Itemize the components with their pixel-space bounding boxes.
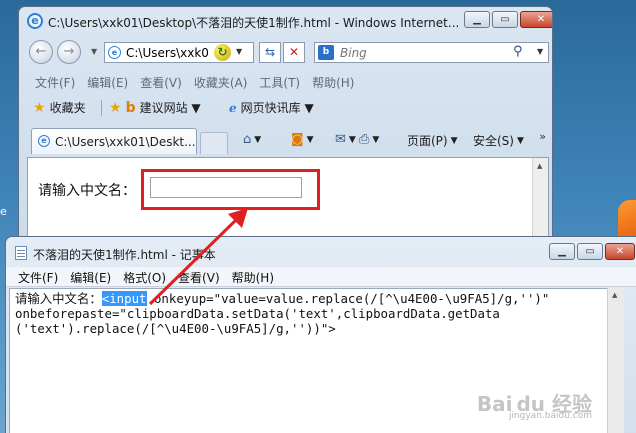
menu-favorites[interactable]: 收藏夹(A)	[188, 70, 254, 92]
forward-button[interactable]: →	[57, 40, 81, 64]
notepad-menu-bar: 文件(F) 编辑(E) 格式(O) 查看(V) 帮助(H)	[6, 267, 636, 287]
rss-icon: ◙	[291, 132, 304, 147]
web-slice-gallery-link[interactable]: ℯ 网页快讯库 ▼	[229, 99, 314, 116]
printer-icon: ⎙	[359, 132, 370, 147]
suggested-sites-label: 建议网站 ▼	[139, 101, 201, 115]
code-line-3: ('text').replace(/[^\u4E00-\u9FA5]/g,'')…	[15, 321, 336, 336]
chevron-down-icon: ▼	[306, 134, 314, 145]
suggested-sites-link[interactable]: ★ b 建议网站 ▼	[109, 99, 201, 116]
safety-menu-button[interactable]: 安全(S) ▼	[473, 132, 524, 149]
notepad-menu-help[interactable]: 帮助(H)	[226, 267, 280, 286]
back-button[interactable]: ←	[29, 40, 53, 64]
chevron-down-icon: ▼	[516, 135, 524, 146]
address-text[interactable]: C:\Users\xxk0	[126, 46, 209, 60]
more-commands-icon[interactable]: »	[539, 130, 546, 143]
chevron-down-icon: ▼	[372, 134, 380, 145]
notepad-menu-format[interactable]: 格式(O)	[117, 267, 172, 286]
mail-button[interactable]: ✉ ▼	[335, 132, 356, 147]
ie-window: e C:\Users\xxk01\Desktop\不落泪的天使1制作.html …	[18, 6, 553, 258]
notepad-minimize-button[interactable]: ▁	[549, 243, 575, 260]
page-icon: e	[108, 46, 121, 59]
favorites-divider	[101, 100, 102, 116]
ie-window-title: C:\Users\xxk01\Desktop\不落泪的天使1制作.html - …	[48, 16, 460, 30]
add-favorite-icon: ★	[109, 99, 122, 116]
search-dropdown-icon[interactable]: ▼	[537, 47, 543, 56]
feeds-button[interactable]: ◙ ▼	[291, 132, 314, 147]
history-dropdown-icon[interactable]: ▼	[91, 47, 97, 56]
notepad-menu-view[interactable]: 查看(V)	[172, 267, 226, 286]
chevron-down-icon: ▼	[450, 135, 458, 146]
chevron-down-icon: ▼	[348, 134, 356, 145]
bing-logo-icon: b	[318, 45, 334, 60]
tab-current[interactable]: e C:\Users\xxk01\Deskt...	[31, 128, 197, 154]
selected-input-tag: <input	[101, 291, 147, 306]
tab-label: C:\Users\xxk01\Deskt...	[55, 135, 196, 149]
annotation-highlight-box	[141, 169, 320, 210]
ie-logo-icon: e	[27, 13, 43, 29]
ie-titlebar[interactable]: e C:\Users\xxk01\Desktop\不落泪的天使1制作.html …	[19, 7, 552, 35]
mail-icon: ✉	[335, 132, 346, 147]
home-icon: ⌂	[243, 132, 252, 147]
refresh-button[interactable]: ⇆	[259, 42, 281, 63]
menu-view[interactable]: 查看(V)	[134, 70, 188, 92]
favorites-star-icon: ★	[33, 99, 46, 116]
search-icon[interactable]: ⚲	[513, 44, 523, 59]
menu-help[interactable]: 帮助(H)	[306, 70, 360, 92]
notepad-titlebar[interactable]: 不落泪的天使1制作.html - 记事本 ▁ ▭ ✕	[6, 237, 636, 267]
ie-window-controls: ▁ ▭ ✕	[464, 11, 552, 28]
notepad-maximize-button[interactable]: ▭	[577, 243, 603, 260]
web-slice-gallery-label: 网页快讯库 ▼	[240, 101, 314, 115]
bing-icon: b	[125, 99, 136, 116]
chinese-name-label: 请输入中文名：	[38, 183, 136, 199]
code-line-2: onbeforepaste="clipboardData.setData('te…	[15, 306, 500, 321]
notepad-scroll-up-icon[interactable]: ▲	[612, 291, 617, 299]
favorites-bar: ★ 收藏夹 ★ b 建议网站 ▼ ℯ 网页快讯库 ▼	[19, 95, 552, 119]
notepad-close-button[interactable]: ✕	[605, 243, 635, 260]
notepad-window-title: 不落泪的天使1制作.html - 记事本	[33, 248, 216, 262]
new-tab-button[interactable]	[200, 132, 228, 154]
page-menu-label: 页面(P)	[407, 134, 448, 148]
favorites-button[interactable]: ★ 收藏夹	[33, 99, 86, 116]
search-input[interactable]	[340, 45, 490, 60]
menu-tools[interactable]: 工具(T)	[253, 70, 306, 92]
notepad-scrollbar[interactable]: ▲	[607, 288, 624, 433]
notepad-window-controls: ▁ ▭ ✕	[549, 243, 635, 260]
notepad-menu-file[interactable]: 文件(F)	[12, 267, 64, 286]
tab-row: e C:\Users\xxk01\Deskt... ⌂ ▼ ◙ ▼ ✉ ▼ ⎙ ▼ 页面…	[19, 122, 552, 156]
notepad-icon	[15, 246, 27, 260]
code-line-1-rest: onkeyup="value=value.replace(/[^\u4E00-\…	[146, 291, 550, 306]
ie-navigation-bar: ← → ▼ e C:\Users\xxk0 ↻ ▼ ⇆ ✕ b ⚲ ▼	[19, 37, 552, 67]
scroll-up-icon[interactable]: ▲	[537, 162, 542, 170]
page-menu-button[interactable]: 页面(P) ▼	[407, 132, 458, 149]
search-box: b ⚲ ▼	[314, 42, 549, 63]
menu-file[interactable]: 文件(F)	[29, 70, 81, 92]
tab-page-icon: e	[38, 135, 50, 147]
stop-button[interactable]: ✕	[283, 42, 305, 63]
code-line-1-prefix: 请输入中文名：	[15, 291, 102, 306]
home-button[interactable]: ⌂ ▼	[243, 132, 261, 147]
favorites-label: 收藏夹	[49, 101, 86, 115]
minimize-button[interactable]: ▁	[464, 11, 490, 28]
menu-edit[interactable]: 编辑(E)	[81, 70, 134, 92]
ie-menu-bar: 文件(F) 编辑(E) 查看(V) 收藏夹(A) 工具(T) 帮助(H)	[19, 70, 552, 92]
ie-page-icon: ℯ	[229, 100, 237, 115]
notepad-menu-edit[interactable]: 编辑(E)	[64, 267, 117, 286]
print-button[interactable]: ⎙ ▼	[359, 132, 379, 147]
address-dropdown-icon[interactable]: ▼	[236, 47, 242, 56]
chevron-down-icon: ▼	[254, 134, 262, 145]
close-button[interactable]: ✕	[520, 11, 552, 28]
compat-view-icon[interactable]: ↻	[214, 44, 231, 61]
maximize-button[interactable]: ▭	[492, 11, 518, 28]
address-bar[interactable]: e C:\Users\xxk0 ↻ ▼	[104, 42, 254, 63]
safety-menu-label: 安全(S)	[473, 134, 514, 148]
baidu-watermark-url: jingyan.baidu.com	[508, 411, 592, 421]
